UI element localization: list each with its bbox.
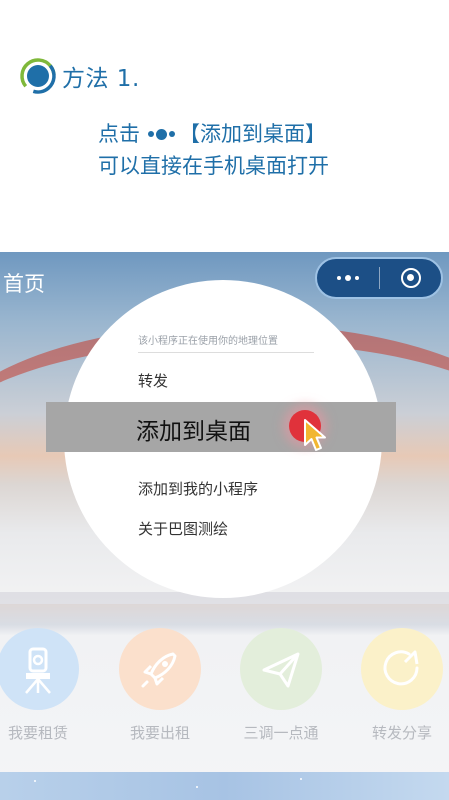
- paper-plane-icon: [240, 628, 322, 710]
- feature-lease-out[interactable]: 我要出租: [108, 628, 212, 743]
- sparkle: [34, 780, 36, 782]
- sparkle: [300, 778, 302, 780]
- feature-label: 我要出租: [129, 724, 190, 742]
- method-header: 方法 1.: [18, 56, 140, 96]
- instruction-line-2: 可以直接在手机桌面打开: [98, 154, 329, 178]
- share-icon: [361, 628, 443, 710]
- feature-label: 三调一点通: [243, 724, 319, 742]
- method-ring-icon: [18, 56, 58, 96]
- pointer-cursor-icon: [304, 419, 326, 451]
- page-title: 首页: [3, 272, 45, 296]
- feature-label: 转发分享: [371, 724, 432, 742]
- sparkle: [196, 786, 198, 788]
- more-dots-icon: [148, 128, 175, 140]
- feature-label: 我要租赁: [7, 724, 68, 742]
- location-hint: 该小程序正在使用你的地理位置: [138, 336, 278, 347]
- more-button[interactable]: [317, 259, 379, 297]
- menu-item-about[interactable]: 关于巴图测绘: [138, 518, 228, 539]
- app-screen: 首页 该小程序正在使用你的地理位置 转发 添加到桌面 添加到我的小程序 关于巴图…: [0, 252, 449, 800]
- instruction-prefix: 点击: [98, 122, 140, 146]
- instruction-line-1: 点击 【添加到桌面】: [98, 118, 329, 150]
- rocket-icon: [119, 628, 201, 710]
- instruction-text: 点击 【添加到桌面】 可以直接在手机桌面打开: [98, 118, 329, 182]
- feature-row: 我要租赁 我要出租 三调一点通 转发分享: [0, 628, 449, 742]
- bottom-banner: [0, 772, 449, 800]
- close-circle-icon: [400, 268, 421, 288]
- miniprogram-capsule: [315, 257, 443, 299]
- menu-item-add-to-my-miniprograms[interactable]: 添加到我的小程序: [138, 478, 258, 499]
- feature-survey[interactable]: 三调一点通: [229, 628, 333, 743]
- menu-divider: [138, 352, 314, 353]
- surveying-instrument-icon: [0, 628, 79, 710]
- add-to-desktop-label: 添加到桌面: [136, 419, 251, 445]
- method-title: 方法 1.: [62, 66, 140, 92]
- feature-rent[interactable]: 我要租赁: [0, 628, 90, 743]
- menu-item-forward[interactable]: 转发: [138, 370, 168, 391]
- instruction-suffix: 【添加到桌面】: [179, 122, 326, 146]
- close-button[interactable]: [380, 259, 441, 297]
- feature-share[interactable]: 转发分享: [350, 628, 449, 743]
